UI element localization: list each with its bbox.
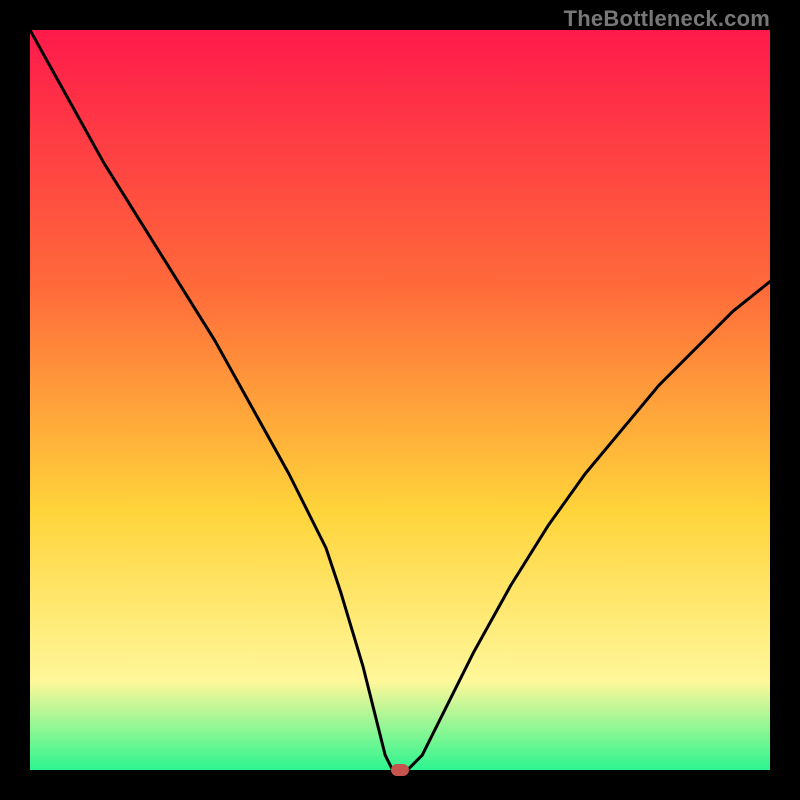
gradient-bg <box>30 30 770 770</box>
optimal-marker <box>391 764 409 776</box>
chart-frame: TheBottleneck.com <box>0 0 800 800</box>
chart-plot <box>30 30 770 770</box>
watermark-text: TheBottleneck.com <box>564 6 770 32</box>
